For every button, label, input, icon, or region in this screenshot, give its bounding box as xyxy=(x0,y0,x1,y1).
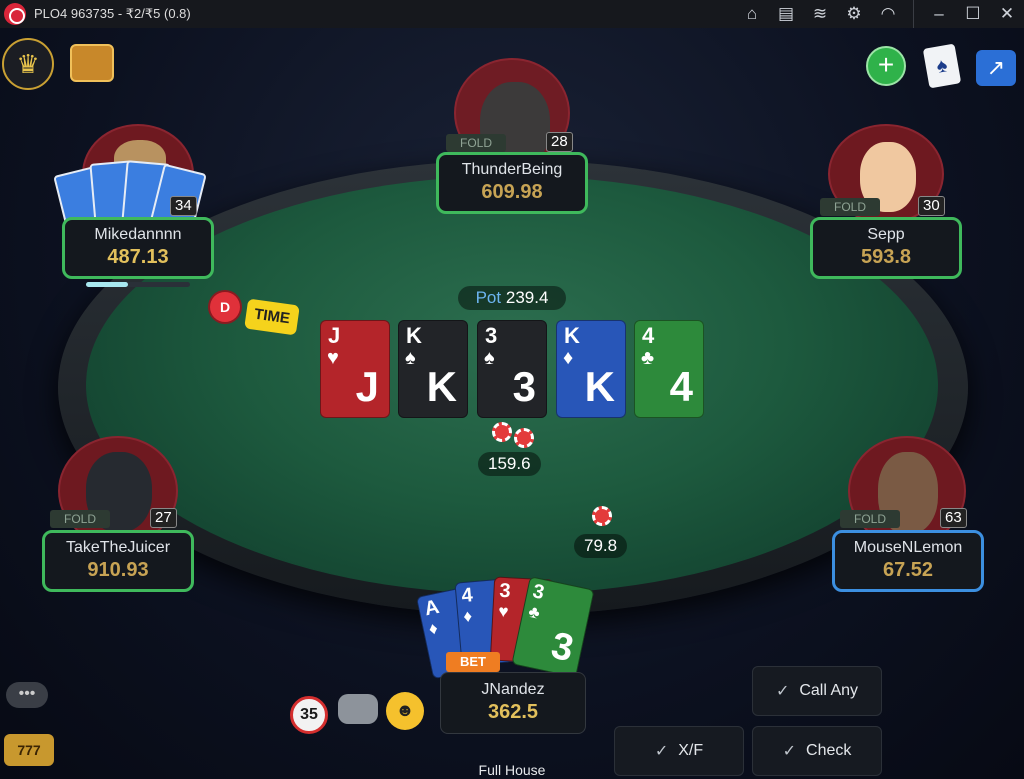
clipboard-icon[interactable]: ▤ xyxy=(769,4,803,24)
chat-icon[interactable]: ••• xyxy=(6,682,48,708)
check-label: Check xyxy=(806,742,852,759)
check-mark-icon: ✓ xyxy=(782,743,797,760)
player-box-thunderbeing[interactable]: ThunderBeing 609.98 xyxy=(436,152,588,214)
player-name: MouseNLemon xyxy=(853,539,963,556)
player-name: Sepp xyxy=(867,226,905,243)
window-title: PLO4 963735 - ₹2/₹5 (0.8) xyxy=(34,6,191,21)
fold-badge: FOLD xyxy=(820,198,880,216)
chip-stack-icon xyxy=(514,428,534,448)
player-stack: 593.8 xyxy=(860,246,912,268)
maximize-icon[interactable]: ☐ xyxy=(956,4,990,24)
seat-number-badge: 28 xyxy=(546,132,573,152)
seat-number-badge: 30 xyxy=(918,196,945,216)
player-box-mousenlemon[interactable]: MouseNLemon 67.52 xyxy=(832,530,984,592)
pot-value: 239.4 xyxy=(505,288,549,307)
board-card: 4 ♣ 4 xyxy=(634,320,704,418)
chip-stack-icon xyxy=(492,422,512,442)
seat-number-badge: 27 xyxy=(150,508,177,528)
emoji-icon[interactable]: ☻ xyxy=(386,692,424,730)
hand-history-icon[interactable]: ♠ xyxy=(922,43,962,89)
ranking-icon[interactable]: ♛ xyxy=(2,38,54,90)
hand-strength-label: Full House xyxy=(478,762,546,778)
window-titlebar: PLO4 963735 - ₹2/₹5 (0.8) ⌂ ▤ ≋ ⚙ ◠ – ☐ … xyxy=(0,0,1024,28)
close-icon[interactable]: ✕ xyxy=(990,4,1024,24)
home-icon[interactable]: ⌂ xyxy=(735,4,769,24)
slot-machine-icon[interactable]: 777 xyxy=(4,734,54,766)
fold-badge: FOLD xyxy=(840,510,900,528)
bet-amount: 79.8 xyxy=(574,534,628,558)
player-name: Mikedannnn xyxy=(94,226,182,243)
seat-number-badge: 34 xyxy=(170,196,197,216)
player-stack: 67.52 xyxy=(882,559,934,581)
action-timer-bar xyxy=(86,282,190,287)
call-any-label: Call Any xyxy=(799,682,859,699)
player-box-takethejuicer[interactable]: TakeTheJuicer 910.93 xyxy=(42,530,194,592)
chip-stack-icon xyxy=(592,506,612,526)
treasure-chest-icon[interactable] xyxy=(70,44,114,82)
player-box-sepp[interactable]: Sepp 593.8 xyxy=(810,217,962,279)
player-name: ThunderBeing xyxy=(461,161,563,178)
player-stack: 362.5 xyxy=(487,701,539,723)
add-chips-icon[interactable]: + xyxy=(866,46,906,86)
stats-chart-icon[interactable]: ↗ xyxy=(976,50,1016,86)
dealer-button: D xyxy=(210,292,240,322)
board-card: K ♦ K xyxy=(556,320,626,418)
chat-bubble-icon[interactable] xyxy=(338,694,378,724)
player-name: TakeTheJuicer xyxy=(65,539,171,556)
gear-icon[interactable]: ⚙ xyxy=(837,4,871,24)
board-card: J ♥ J xyxy=(320,320,390,418)
fold-badge: FOLD xyxy=(50,510,110,528)
minimize-icon[interactable]: – xyxy=(922,4,956,24)
board-card: 3 ♠ 3 xyxy=(477,320,547,418)
player-stack: 609.98 xyxy=(481,181,543,203)
call-any-button[interactable]: ✓ Call Any xyxy=(752,666,882,716)
pot-display: Pot 239.4 xyxy=(458,286,566,310)
app-logo-icon xyxy=(4,3,26,25)
main-pot-amount: 159.6 xyxy=(478,452,541,476)
check-fold-label: X/F xyxy=(678,742,704,759)
pot-label: Pot xyxy=(475,288,502,307)
layers-icon[interactable]: ≋ xyxy=(803,4,837,24)
player-stack: 910.93 xyxy=(87,559,149,581)
fold-badge: FOLD xyxy=(446,134,506,152)
check-mark-icon: ✓ xyxy=(654,743,669,760)
check-button[interactable]: ✓ Check xyxy=(752,726,882,776)
bet-label: BET xyxy=(446,652,500,672)
hero-player-box[interactable]: JNandez 362.5 xyxy=(440,672,586,734)
player-box-mikedannnn[interactable]: Mikedannnn 487.13 xyxy=(62,217,214,279)
player-name: JNandez xyxy=(481,681,545,698)
wifi-icon: ◠ xyxy=(880,4,896,23)
board-card: K ♠ K xyxy=(398,320,468,418)
check-fold-button[interactable]: ✓ X/F xyxy=(614,726,744,776)
timer-icon[interactable]: 35 xyxy=(290,696,328,734)
seat-number-badge: 63 xyxy=(940,508,967,528)
check-mark-icon: ✓ xyxy=(775,683,790,700)
player-stack: 487.13 xyxy=(107,246,169,268)
